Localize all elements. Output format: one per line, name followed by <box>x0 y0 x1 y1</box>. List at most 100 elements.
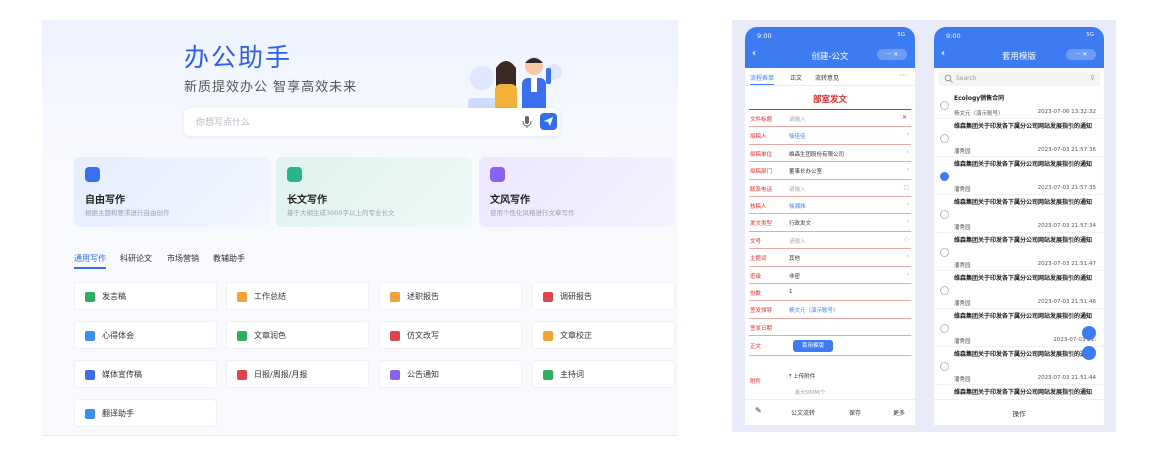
form-row[interactable]: 签发日期 <box>749 320 911 337</box>
search-placeholder: Search <box>956 75 977 82</box>
tool-announcement[interactable]: 公告通知 <box>379 360 522 388</box>
tool-polish-article[interactable]: 文章润色 <box>226 321 369 349</box>
form-row[interactable]: 拟稿人 徐佳佳 › <box>749 128 911 145</box>
contact-card-icon[interactable]: ▢ <box>903 184 909 191</box>
search-input[interactable]: 你想写点什么 <box>184 108 560 136</box>
tool-label: 文章校正 <box>560 331 592 340</box>
card-long-writing[interactable]: 长文写作 基于大纲生成3000字以上的专业长文 <box>276 157 472 227</box>
tool-media-release[interactable]: 媒体宣传稿 <box>74 360 217 388</box>
field-label: 文号 <box>750 238 762 245</box>
tool-periodic-report[interactable]: 日报/周报/月报 <box>226 360 369 388</box>
tool-translation[interactable]: 翻译助手 <box>74 399 217 427</box>
chevron-right-icon: › <box>906 166 909 174</box>
form-row[interactable]: 拟稿部门 董事长办公室 › <box>749 163 911 180</box>
template-list-item[interactable]: 维森集团关于印发各下属分公司网站发展指引的通知 潘秀园 2023-07-03 21: <box>934 309 1104 347</box>
operate-button[interactable]: 操作 <box>934 408 1104 418</box>
template-date: 2023-07-06 13:32:32 <box>1037 109 1096 115</box>
tool-icon <box>237 370 247 380</box>
card-free-writing[interactable]: 自由写作 根据主题和要求进行自由创作 <box>74 157 270 227</box>
form-row[interactable]: 文号 请输入 ◌ <box>749 233 911 250</box>
form-row[interactable]: 份数 1 <box>749 285 911 302</box>
upload-hint: 最大500M/个 <box>795 390 826 396</box>
tool-speech-draft[interactable]: 发言稿 <box>74 282 217 310</box>
template-search-input[interactable]: Search ⊽ <box>938 72 1100 86</box>
more-button[interactable]: 更多 <box>893 408 905 417</box>
tool-label: 仿文改写 <box>407 331 439 340</box>
tool-reflections[interactable]: 心得体会 <box>74 321 217 349</box>
form-row[interactable]: 密级 非密 › <box>749 268 911 284</box>
tab-circulation[interactable]: 流转意见 <box>815 73 839 82</box>
form-row[interactable]: 签发领导 杨文元（演示账号） <box>749 302 911 319</box>
send-button[interactable] <box>540 113 557 130</box>
tab-body[interactable]: 正文 <box>790 73 802 82</box>
radio-icon[interactable] <box>940 362 949 371</box>
form-row[interactable]: 发文类型 行政发文 › <box>749 215 911 232</box>
tab-process-form[interactable]: 流程表单 <box>750 73 775 85</box>
microphone-icon[interactable] <box>520 115 534 129</box>
form-row[interactable]: 主题词 其他 › <box>749 250 911 267</box>
tool-proofread[interactable]: 文章校正 <box>532 321 675 349</box>
template-date: 2023-07-03 21:57:34 <box>1037 223 1096 229</box>
template-list-item[interactable]: 维森集团关于印发各下属分公司网站发展指引的通知 潘秀园 2023-07-03 21:… <box>934 271 1104 309</box>
template-list-item[interactable]: 维森集团关于印发各下属分公司网站发展指引的通知 潘秀园 2023-07-03 21:… <box>934 195 1104 233</box>
form-row[interactable]: 拟稿单位 维森生团股份有限公司 › <box>749 146 911 163</box>
field-label: 正文 <box>750 344 762 350</box>
capsule-menu-icon[interactable]: ··· ✕ <box>877 49 907 60</box>
card-title: 文风写作 <box>490 195 530 206</box>
template-list-item[interactable]: 维森集团关于印发各下属分公司网站发展指引的通知 潘秀园 2023-07-03 21:… <box>934 157 1104 195</box>
radio-icon[interactable] <box>940 286 949 295</box>
apply-template-button[interactable]: 套用模版 <box>793 340 833 352</box>
form-row[interactable]: 核稿人 徐湘炜 › <box>749 198 911 215</box>
tool-host-script[interactable]: 主持词 <box>532 360 675 388</box>
tool-imitation-rewrite[interactable]: 仿文改写 <box>379 321 522 349</box>
document-heading: 部室发文 <box>812 95 847 105</box>
field-value: 徐佳佳 <box>789 134 806 141</box>
field-value: 请输入 <box>789 186 806 193</box>
radio-checked-icon[interactable] <box>940 172 949 181</box>
tool-work-summary[interactable]: 工作总结 <box>226 282 369 310</box>
upload-attachment-button[interactable]: ⤒ 上传附件 <box>789 372 815 381</box>
status-time: 9:00 <box>946 32 961 40</box>
status-signal: 5G <box>897 32 905 38</box>
clear-icon[interactable]: ✕ <box>902 114 907 121</box>
template-list-item[interactable]: 维森集团关于印发各下属分公司网站发展指引的通知 潘秀园 2023-07-03 21:… <box>934 347 1104 385</box>
tab-teaching-assistant[interactable]: 教辅助手 <box>213 253 245 264</box>
field-value: 非密 <box>789 273 801 280</box>
radio-icon[interactable] <box>940 324 949 333</box>
red-divider <box>749 109 911 110</box>
template-title: 维森集团关于印发各下属分公司网站发展指引的通知 <box>954 123 1093 130</box>
tool-duty-report[interactable]: 述职报告 <box>379 282 522 310</box>
document-circulate-button[interactable]: 公文流转 <box>791 408 815 417</box>
tab-general-writing[interactable]: 通用写作 <box>74 253 106 269</box>
edit-pen-icon[interactable]: ✎ <box>755 406 762 415</box>
radio-icon[interactable] <box>940 248 949 257</box>
field-label: 签发领导 <box>750 308 773 315</box>
radio-icon[interactable] <box>940 210 949 219</box>
form-row[interactable]: 联系电话 请输入 ▢ <box>749 181 911 197</box>
template-list-item[interactable]: 维森集团关于印发各下属分公司网站发展指引的通知 潘秀园 2023-07-03 21:… <box>934 233 1104 271</box>
tab-marketing[interactable]: 市场营销 <box>167 253 199 264</box>
tool-label: 发言稿 <box>102 292 126 301</box>
template-author: 潘秀园 <box>954 225 971 231</box>
card-style-writing[interactable]: 文风写作 使用个性化风格进行文章写作 <box>479 157 675 227</box>
save-button[interactable]: 保存 <box>849 408 861 417</box>
tool-research-report[interactable]: 调研报告 <box>532 282 675 310</box>
floating-chat-icon[interactable] <box>1082 346 1096 360</box>
upload-label: 上传附件 <box>793 374 816 380</box>
radio-icon[interactable] <box>940 134 949 143</box>
chevron-right-icon: › <box>906 218 909 226</box>
capsule-menu-icon[interactable]: ··· ✕ <box>1066 49 1096 60</box>
radio-icon[interactable] <box>940 101 949 110</box>
template-list-item[interactable]: Ecology销售合同 杨文元（演示账号） 2023-07-06 13:32:32 <box>934 91 1104 119</box>
filter-icon[interactable]: ⊽ <box>1090 74 1095 82</box>
template-list-item[interactable]: 维森集团关于印发各下属分公司网站发展指引的通知 潘秀园 2023-07-03 21:… <box>934 119 1104 157</box>
form-row[interactable]: 文件标题 请输入 ✕ <box>749 111 911 128</box>
card-title: 自由写作 <box>85 195 125 206</box>
phone-action-bar: 操作 <box>934 399 1104 425</box>
tab-research-paper[interactable]: 科研论文 <box>120 253 152 264</box>
card-title: 长文写作 <box>287 195 327 206</box>
number-generate-icon[interactable]: ◌ <box>904 236 909 243</box>
more-icon[interactable]: ··· <box>899 71 907 80</box>
field-value: 杨文元（演示账号） <box>789 308 839 315</box>
floating-assistant-icon[interactable] <box>1082 326 1096 340</box>
